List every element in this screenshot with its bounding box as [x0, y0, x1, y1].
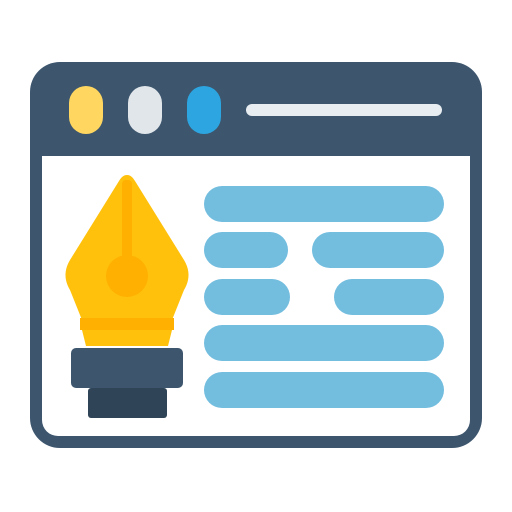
text-line-2a: [204, 232, 288, 268]
pen-grip: [71, 348, 183, 388]
window-dot-yellow: [69, 86, 103, 134]
text-line-2b: [312, 232, 444, 268]
pen-nib-collar: [82, 330, 172, 346]
pen-body-base: [88, 388, 167, 418]
browser-content-area-top: [42, 156, 470, 180]
text-line-4: [204, 325, 444, 361]
web-design-icon: [0, 0, 512, 512]
address-bar-line: [246, 104, 442, 116]
text-line-3b: [334, 279, 444, 315]
text-line-5: [204, 372, 444, 408]
web-design-pen-icon: [30, 62, 482, 448]
window-dot-blue: [187, 86, 221, 134]
pen-nib-band: [80, 318, 174, 330]
text-line-1: [204, 186, 444, 222]
window-dot-grey: [128, 86, 162, 134]
text-line-3a: [204, 279, 290, 315]
pen-nib-hole: [106, 255, 148, 297]
